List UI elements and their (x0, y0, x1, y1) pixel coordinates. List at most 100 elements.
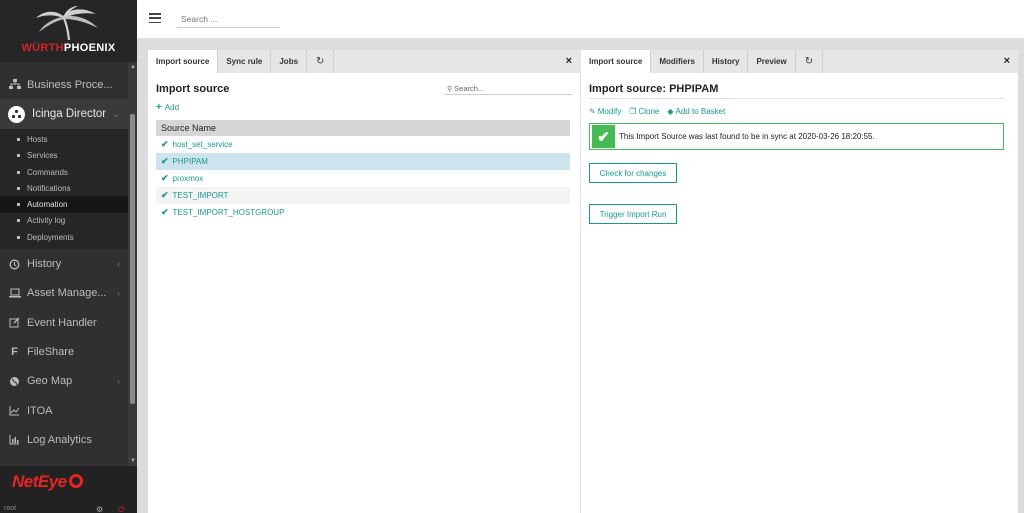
trigger-import-run-button[interactable]: Trigger Import Run (589, 204, 677, 224)
subnav-label: Activity log (27, 216, 66, 226)
main-content: Import source Sync rule Jobs ↻ × Import … (137, 39, 1024, 513)
clone-label: Clone (638, 107, 660, 116)
nav-label: Log Analytics (27, 433, 92, 446)
nav-label: FileShare (27, 345, 75, 358)
tab-modifiers[interactable]: Modifiers (651, 50, 704, 73)
subnav-label: Hosts (27, 134, 48, 144)
edit-icon (8, 316, 21, 329)
column-header-source-name[interactable]: Source Name (156, 120, 570, 136)
scroll-down-icon[interactable]: ▼ (130, 458, 136, 464)
source-name[interactable]: proxmox (173, 174, 204, 183)
subnav-label: Services (27, 151, 58, 161)
tab-preview[interactable]: Preview (748, 50, 796, 73)
neteye-logo[interactable]: NetEye (12, 472, 83, 492)
source-name[interactable]: host_set_service (173, 140, 233, 149)
add-to-basket-link[interactable]: ◆ Add to Basket (667, 107, 725, 116)
bullet-icon (17, 219, 20, 223)
tag-icon: ◆ (667, 107, 674, 116)
palm-logo-icon (36, 6, 98, 41)
source-name[interactable]: TEST_IMPORT_HOSTGROUP (173, 208, 285, 217)
bullet-icon (17, 186, 20, 190)
gear-icon[interactable]: ⚙ (96, 505, 103, 513)
tab-import-source-detail[interactable]: Import source (581, 50, 652, 73)
table-row[interactable]: ✔ proxmox (156, 170, 570, 187)
chevron-left-icon: ‹ (117, 259, 120, 270)
table-row[interactable]: ✔ TEST_IMPORT_HOSTGROUP (156, 204, 570, 221)
tab-jobs[interactable]: Jobs (271, 50, 308, 73)
search-icon: ⚲ (447, 85, 453, 93)
check-icon: ✔ (161, 139, 169, 149)
nav-item-asset-management[interactable]: Asset Manage... ‹ (0, 279, 128, 308)
sidebar-footer: NetEye root ⚙ ⏻ (0, 466, 137, 513)
nav-item-fileshare[interactable]: F FileShare (0, 337, 128, 366)
tab-sync-rule[interactable]: Sync rule (218, 50, 272, 73)
subnav-item-hosts[interactable]: Hosts (0, 131, 128, 147)
nav-item-business-process[interactable]: Business Proce... (0, 70, 128, 99)
nav-item-icinga-director[interactable]: Icinga Director ⌄ (0, 99, 128, 130)
modify-label: Modify (597, 107, 622, 116)
sidebar: WÜRTHPHOENIX Business Proce... Icinga Di… (0, 0, 137, 513)
refresh-icon[interactable]: ↻ (307, 50, 335, 73)
subnav-label: Notifications (27, 183, 71, 193)
nav-label: Asset Manage... (27, 287, 107, 300)
left-panel-body: Import source ⚲ Search... + Add Source Na… (148, 73, 580, 231)
right-tab-bar: Import source Modifiers History Preview … (581, 50, 1018, 73)
import-source-list-panel: Import source Sync rule Jobs ↻ × Import … (148, 50, 580, 513)
nav-label: Geo Map (27, 375, 73, 388)
global-search-input[interactable] (177, 11, 280, 28)
search-placeholder: Search... (454, 84, 485, 93)
modify-link[interactable]: ✎ Modify (589, 107, 621, 116)
brand-wordmark: WÜRTHPHOENIX (21, 42, 116, 54)
sync-status-box: ✔ This Import Source was last found to b… (589, 123, 1004, 150)
username[interactable]: root (4, 505, 16, 512)
bullet-icon (17, 154, 20, 158)
scroll-up-icon[interactable]: ▲ (130, 64, 136, 70)
table-row[interactable]: ✔ host_set_service (156, 136, 570, 153)
eye-icon (68, 474, 83, 488)
source-name[interactable]: TEST_IMPORT (173, 191, 229, 200)
tab-import-source[interactable]: Import source (148, 50, 219, 73)
check-for-changes-button[interactable]: Check for changes (589, 163, 677, 183)
power-icon[interactable]: ⏻ (118, 505, 124, 513)
list-search-input[interactable]: ⚲ Search... (444, 83, 572, 95)
nav-item-history[interactable]: History ‹ (0, 249, 128, 278)
scrollbar-thumb[interactable] (130, 114, 135, 404)
chart-icon (8, 404, 21, 417)
source-name[interactable]: PHPIPAM (173, 157, 208, 166)
nav-item-itoa[interactable]: ITOA (0, 396, 128, 425)
nav-item-geo-map[interactable]: Geo Map ‹ (0, 367, 128, 396)
brand-logo[interactable]: WÜRTHPHOENIX (0, 0, 137, 62)
nav-label: Event Handler (27, 316, 97, 329)
subnav-label: Commands (27, 167, 68, 177)
copy-icon: ❐ (629, 107, 637, 116)
nav-item-log-analytics[interactable]: Log Analytics (0, 425, 128, 454)
clone-link[interactable]: ❐ Clone (629, 107, 659, 116)
check-icon: ✔ (161, 173, 169, 183)
ok-check-icon: ✔ (592, 125, 615, 148)
nav-label: History (27, 258, 62, 271)
table-row[interactable]: ✔ PHPIPAM (156, 153, 570, 170)
hamburger-menu-icon[interactable] (149, 13, 161, 23)
chevron-left-icon: ‹ (117, 376, 120, 387)
add-link[interactable]: + Add (156, 102, 179, 113)
right-panel-body: Import source: PHPIPAM ✎ Modify ❐ Clone ◆ A… (581, 73, 1018, 234)
table-row[interactable]: ✔ TEST_IMPORT (156, 187, 570, 204)
close-icon[interactable]: × (1004, 55, 1010, 67)
subnav-item-services[interactable]: Services (0, 148, 128, 164)
basket-label: Add to Basket (675, 107, 726, 116)
chevron-down-icon: ⌄ (112, 108, 120, 119)
subnav-label: Automation (27, 200, 68, 210)
sidebar-scrollbar[interactable]: ▲ ▼ (128, 62, 137, 466)
subnav-item-deployments[interactable]: Deployments (0, 229, 128, 245)
refresh-icon[interactable]: ↻ (796, 50, 824, 73)
close-icon[interactable]: × (566, 55, 572, 67)
subnav-item-notifications[interactable]: Notifications (0, 180, 128, 196)
top-bar (137, 0, 1024, 39)
subnav-item-commands[interactable]: Commands (0, 164, 128, 180)
tab-history[interactable]: History (704, 50, 749, 73)
nav-item-event-handler[interactable]: Event Handler (0, 308, 128, 337)
subnav-item-automation[interactable]: Automation (0, 196, 128, 213)
subnav-item-activity-log[interactable]: Activity log (0, 213, 128, 229)
bullet-icon (17, 170, 20, 174)
detail-title: Import source: PHPIPAM (589, 83, 1004, 99)
